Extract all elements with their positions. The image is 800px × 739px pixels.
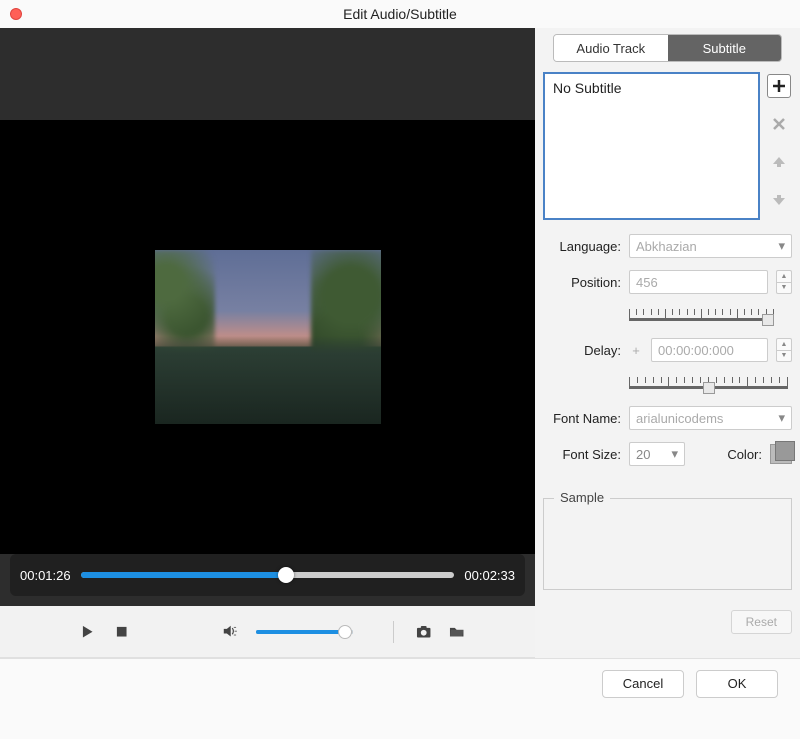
- position-stepper[interactable]: ▲ ▼: [776, 270, 792, 294]
- font-name-select[interactable]: arialunicodems ▾: [629, 406, 792, 430]
- window-title: Edit Audio/Subtitle: [0, 6, 800, 22]
- delay-label: Delay:: [543, 343, 621, 358]
- playback-slider[interactable]: [81, 572, 455, 578]
- position-input[interactable]: 456: [629, 270, 768, 294]
- subtitle-list-item[interactable]: No Subtitle: [553, 80, 750, 96]
- font-name-label: Font Name:: [543, 411, 621, 426]
- playback-current-time: 00:01:26: [20, 568, 71, 583]
- delay-sign: +: [629, 343, 643, 358]
- move-up-button[interactable]: [767, 150, 791, 174]
- video-preview[interactable]: [0, 120, 535, 554]
- video-letterbox: [0, 28, 535, 120]
- snapshot-icon[interactable]: [416, 624, 431, 640]
- color-picker[interactable]: [770, 444, 792, 464]
- cancel-button[interactable]: Cancel: [602, 670, 684, 698]
- chevron-down-icon: ▾: [671, 446, 678, 462]
- move-down-button[interactable]: [767, 188, 791, 212]
- remove-subtitle-button[interactable]: [767, 112, 791, 136]
- volume-slider[interactable]: [256, 630, 352, 634]
- stepper-up-icon[interactable]: ▲: [776, 338, 792, 350]
- stepper-down-icon[interactable]: ▼: [776, 350, 792, 363]
- sample-label: Sample: [554, 490, 610, 505]
- language-select[interactable]: Abkhazian ▾: [629, 234, 792, 258]
- stop-icon[interactable]: [114, 624, 129, 640]
- window-close-button[interactable]: [10, 8, 22, 20]
- color-label: Color:: [727, 447, 762, 462]
- delay-input[interactable]: 00:00:00:000: [651, 338, 768, 362]
- chevron-down-icon: ▾: [778, 410, 785, 426]
- tab-audio-track[interactable]: Audio Track: [554, 35, 668, 61]
- language-label: Language:: [543, 239, 621, 254]
- add-subtitle-button[interactable]: [767, 74, 791, 98]
- delay-slider[interactable]: [629, 374, 788, 394]
- delay-stepper[interactable]: ▲ ▼: [776, 338, 792, 362]
- ok-button[interactable]: OK: [696, 670, 778, 698]
- position-slider[interactable]: [629, 306, 774, 326]
- folder-icon[interactable]: [449, 624, 464, 640]
- font-size-label: Font Size:: [543, 447, 621, 462]
- playback-total-time: 00:02:33: [464, 568, 515, 583]
- stepper-down-icon[interactable]: ▼: [776, 282, 792, 295]
- video-thumbnail: [155, 250, 381, 424]
- sample-preview: Sample: [543, 498, 792, 590]
- tab-subtitle[interactable]: Subtitle: [668, 35, 782, 61]
- font-size-select[interactable]: 20 ▾: [629, 442, 685, 466]
- position-label: Position:: [543, 275, 621, 290]
- play-icon[interactable]: [80, 624, 95, 640]
- stepper-up-icon[interactable]: ▲: [776, 270, 792, 282]
- subtitle-list[interactable]: No Subtitle: [543, 72, 760, 220]
- divider: [393, 621, 394, 643]
- reset-button[interactable]: Reset: [731, 610, 792, 634]
- volume-icon[interactable]: [223, 624, 238, 640]
- chevron-down-icon: ▾: [778, 238, 785, 254]
